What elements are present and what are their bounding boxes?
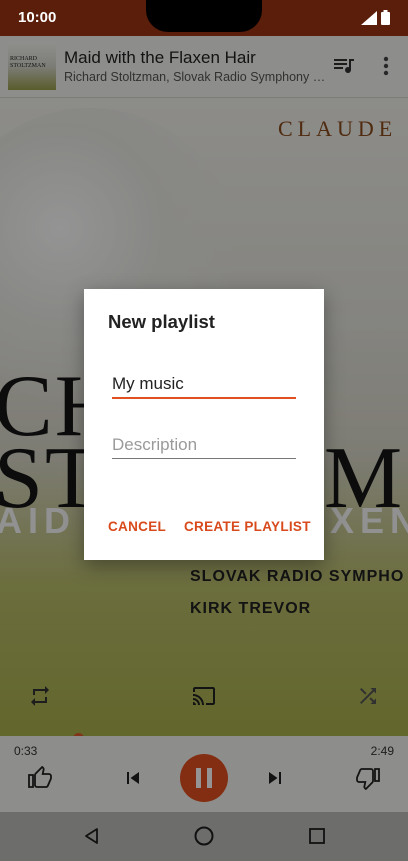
cancel-button[interactable]: CANCEL — [108, 519, 166, 534]
new-playlist-dialog: New playlist CANCEL CREATE PLAYLIST — [84, 289, 324, 560]
home-icon[interactable] — [193, 825, 215, 847]
status-time: 10:00 — [18, 9, 57, 26]
status-bar: 10:00 — [0, 0, 408, 36]
camera-notch — [146, 0, 262, 32]
music-player-screen: CLAUDE CHE STOLTZM AID XEN SLOVAK RADIO … — [0, 36, 408, 812]
status-icons — [361, 10, 390, 25]
system-nav-bar — [0, 812, 408, 861]
playlist-description-input[interactable] — [112, 431, 296, 459]
signal-icon — [361, 10, 377, 25]
playlist-name-input[interactable] — [112, 371, 296, 399]
battery-icon — [381, 10, 390, 25]
dialog-title: New playlist — [108, 311, 215, 332]
back-icon[interactable] — [82, 826, 102, 846]
create-playlist-button[interactable]: CREATE PLAYLIST — [184, 519, 311, 534]
recents-icon[interactable] — [308, 827, 326, 845]
